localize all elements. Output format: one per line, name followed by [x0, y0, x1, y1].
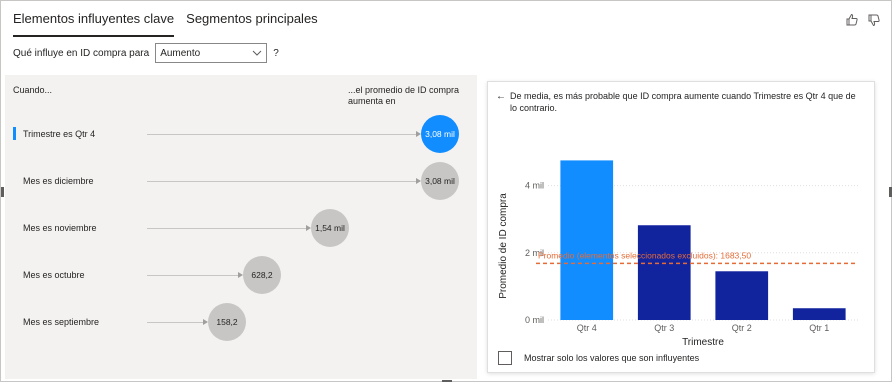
influencer-label: Mes es noviembre — [23, 223, 97, 233]
influence-bubble[interactable]: 1,54 mil — [311, 209, 349, 247]
resize-handle-left[interactable] — [1, 187, 4, 197]
connector-line — [147, 134, 417, 135]
checkbox-label: Mostrar solo los valores que son influye… — [524, 353, 700, 363]
dropdown-value: Aumento — [160, 47, 201, 59]
influence-bubble[interactable]: 628,2 — [243, 256, 281, 294]
influencer-row[interactable]: Mes es septiembre 158,2 — [5, 303, 477, 347]
connector-line — [147, 181, 417, 182]
influencer-row[interactable]: Trimestre es Qtr 4 3,08 mil — [5, 115, 477, 159]
parameter-label: Qué influye en ID compra para — [13, 47, 150, 59]
selected-indicator — [13, 127, 16, 140]
bar[interactable] — [560, 160, 614, 320]
thumbs-down-icon[interactable] — [867, 13, 881, 27]
bar-chart: 0 mil2 mil4 milQtr 4 Qtr 3 Qtr 2 Qtr 1Prome… — [498, 160, 858, 348]
influencer-row[interactable]: Mes es noviembre 1,54 mil — [5, 209, 477, 253]
reference-label: Promedio (elementos seleccionados exclui… — [538, 250, 751, 260]
tab-key-influencers[interactable]: Elementos influyentes clave — [13, 11, 175, 37]
y-tick-label: 4 mil — [525, 181, 544, 191]
influencer-label: Mes es diciembre — [23, 176, 94, 186]
tab-bar: Elementos influyentes clave Segmentos pr… — [13, 11, 318, 37]
parameter-row: Qué influye en ID compra para Aumento ? — [13, 43, 279, 63]
bar[interactable] — [715, 271, 769, 320]
influencer-label: Trimestre es Qtr 4 — [23, 129, 96, 139]
when-header: Cuando... — [13, 85, 53, 95]
feedback-icons — [845, 13, 881, 27]
bar[interactable] — [637, 225, 691, 320]
influential-only-toggle[interactable]: Mostrar solo los valores que son influye… — [498, 351, 699, 365]
y-tick-label: 0 mil — [525, 315, 544, 325]
influencer-row[interactable]: Mes es octubre 628,2 — [5, 256, 477, 300]
x-axis-title: Trimestre — [682, 337, 724, 348]
influencer-label: Mes es septiembre — [23, 317, 100, 327]
connector-line — [147, 322, 204, 323]
influence-bubble[interactable]: 3,08 mil — [421, 162, 459, 200]
connector-line — [147, 275, 239, 276]
influencers-list: Cuando... ...el promedio de ID compra au… — [5, 75, 477, 379]
influence-bubble[interactable]: 158,2 — [208, 303, 246, 341]
connector-line — [147, 228, 307, 229]
influencer-row[interactable]: Mes es diciembre 3,08 mil — [5, 162, 477, 206]
x-tick-label: Qtr 1 — [809, 323, 829, 333]
checkbox[interactable] — [498, 351, 512, 365]
tab-top-segments[interactable]: Segmentos principales — [186, 11, 318, 37]
x-tick-label: Qtr 3 — [654, 323, 674, 333]
help-icon[interactable]: ? — [273, 48, 279, 59]
bar[interactable] — [792, 308, 846, 320]
y-axis-title: Promedio de ID compra — [498, 193, 509, 299]
thumbs-up-icon[interactable] — [845, 13, 859, 27]
x-tick-label: Qtr 2 — [732, 323, 752, 333]
visual-frame: Elementos influyentes clave Segmentos pr… — [0, 0, 892, 382]
chevron-down-icon — [252, 50, 262, 56]
influence-bubble[interactable]: 3,08 mil — [421, 115, 459, 153]
direction-dropdown[interactable]: Aumento — [155, 43, 268, 63]
x-tick-label: Qtr 4 — [577, 323, 597, 333]
influencer-label: Mes es octubre — [23, 270, 85, 280]
detail-panel: ← De media, es más probable que ID compr… — [487, 81, 875, 373]
value-header: ...el promedio de ID compra aumenta en — [348, 85, 460, 106]
